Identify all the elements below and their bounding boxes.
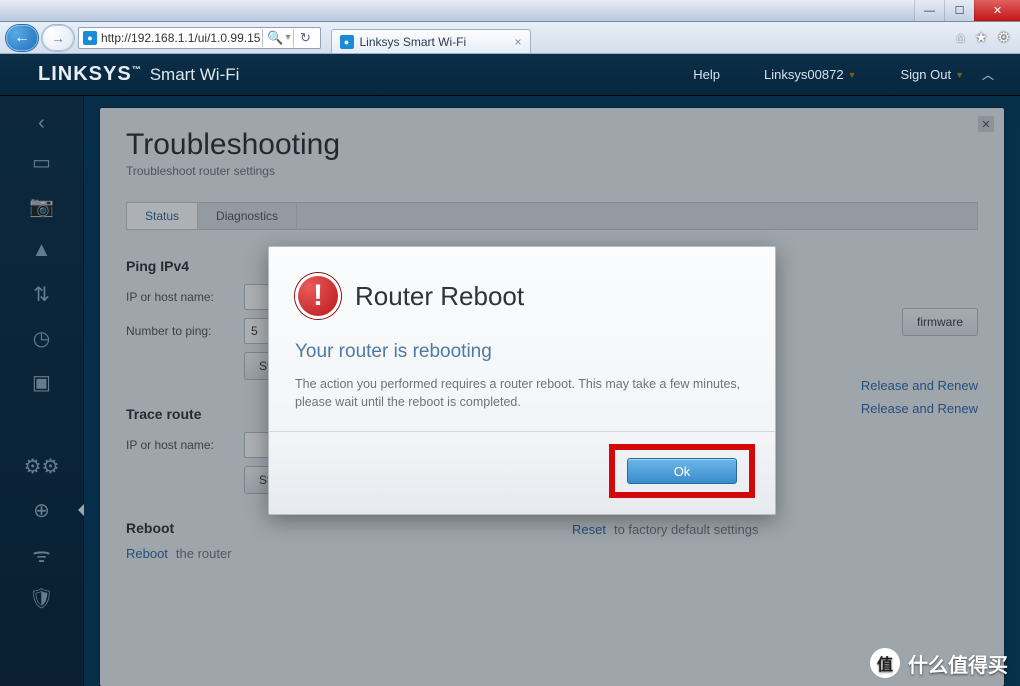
window-titlebar: — ☐ ✕ <box>0 0 1020 22</box>
address-url: http://192.168.1.1/ui/1.0.99.15 <box>101 31 260 45</box>
tools-gear-icon[interactable]: ⚙ <box>997 29 1010 46</box>
browser-forward-button[interactable]: → <box>42 25 74 51</box>
search-icon[interactable]: 🔍 <box>265 30 285 46</box>
tab-favicon-icon: ● <box>340 35 354 49</box>
sign-out-link[interactable]: Sign Out▼ <box>900 67 964 82</box>
address-favicon-icon: ● <box>83 31 97 45</box>
browser-back-button[interactable]: ← <box>6 25 38 51</box>
watermark: 值 什么值得买 <box>870 648 1008 678</box>
tab-title: Linksys Smart Wi-Fi <box>360 35 467 49</box>
home-icon[interactable]: ⌂ <box>956 29 964 46</box>
ok-highlight-box: Ok <box>609 444 755 498</box>
modal-text: The action you performed requires a rout… <box>295 375 749 411</box>
alert-icon: ! <box>295 273 341 319</box>
refresh-icon[interactable]: ↻ <box>296 30 316 46</box>
modal-subtitle: Your router is rebooting <box>295 341 749 363</box>
window-minimize-button[interactable]: — <box>914 0 944 21</box>
address-bar[interactable]: ● http://192.168.1.1/ui/1.0.99.15 🔍 ▾ ↻ <box>78 27 321 49</box>
favorites-icon[interactable]: ★ <box>975 29 988 46</box>
watermark-badge-icon: 值 <box>870 648 900 678</box>
tab-close-button[interactable]: × <box>514 35 521 49</box>
help-link[interactable]: Help <box>693 67 720 82</box>
caret-down-icon: ▼ <box>955 70 964 80</box>
brand-subtitle: Smart Wi-Fi <box>150 65 240 85</box>
browser-toolbar: ← → ● http://192.168.1.1/ui/1.0.99.15 🔍 … <box>0 22 1020 54</box>
window-close-button[interactable]: ✕ <box>974 0 1020 21</box>
ok-button[interactable]: Ok <box>627 458 737 484</box>
collapse-up-icon[interactable]: ︿ <box>982 66 994 83</box>
watermark-text: 什么值得买 <box>908 649 1008 678</box>
brand-logo: LINKSYS™ <box>38 63 142 86</box>
router-reboot-modal: ! Router Reboot Your router is rebooting… <box>268 246 776 515</box>
browser-tab[interactable]: ● Linksys Smart Wi-Fi × <box>331 29 531 53</box>
window-maximize-button[interactable]: ☐ <box>944 0 974 21</box>
caret-down-icon: ▼ <box>848 70 857 80</box>
app-header: LINKSYS™ Smart Wi-Fi Help Linksys00872▼ … <box>0 54 1020 96</box>
modal-title: Router Reboot <box>355 281 524 312</box>
account-dropdown[interactable]: Linksys00872▼ <box>764 67 856 82</box>
